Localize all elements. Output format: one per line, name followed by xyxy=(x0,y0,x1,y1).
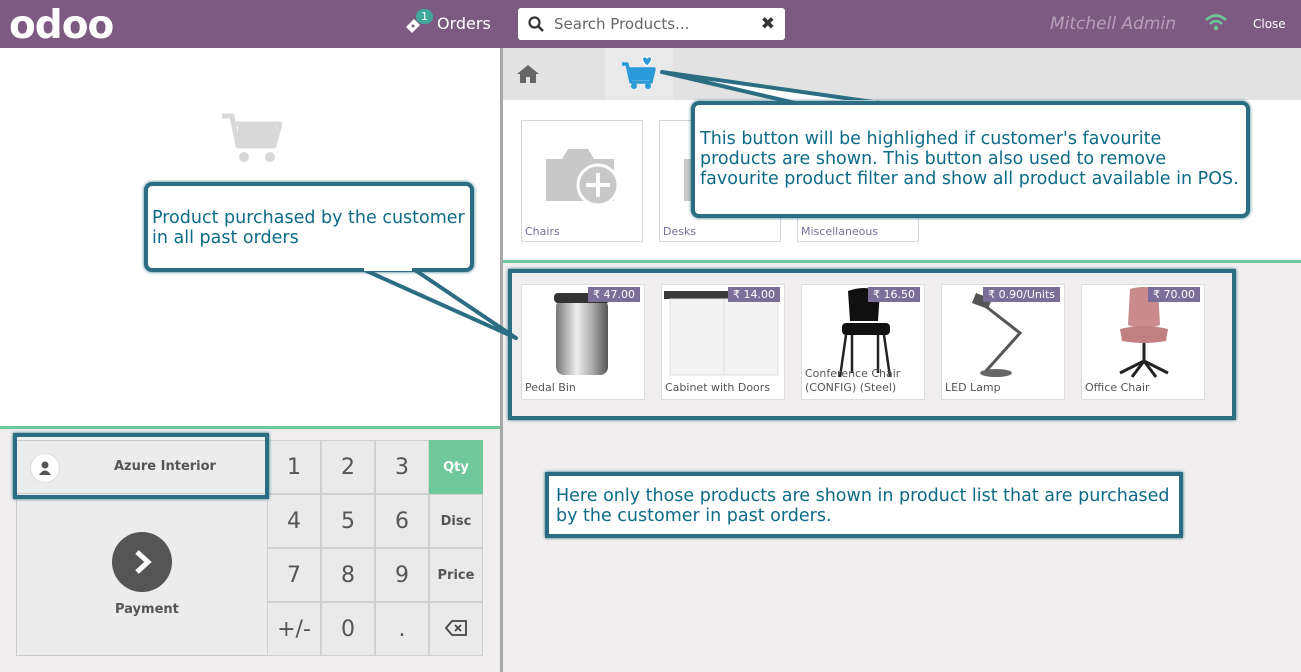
callout-text: Product purchased by the customer in all… xyxy=(152,208,465,248)
ticket-icon: 1 xyxy=(404,9,433,34)
category-chairs[interactable]: Chairs xyxy=(521,120,643,242)
home-category-button[interactable] xyxy=(503,48,553,100)
payment-label: Payment xyxy=(115,602,179,617)
callout-text: This button will be highlighed if custom… xyxy=(700,129,1239,189)
category-name: Chairs xyxy=(525,225,560,238)
search-icon xyxy=(528,16,544,36)
odoo-logo: odoo xyxy=(9,3,114,48)
numpad-key-4[interactable]: 4 xyxy=(267,494,321,548)
orders-button[interactable]: 1 Orders xyxy=(404,9,491,34)
camera-plus-icon xyxy=(542,139,624,215)
user-name: Mitchell Admin xyxy=(1050,14,1176,34)
category-name: Miscellaneous xyxy=(801,225,879,238)
mode-qty-button[interactable]: Qty xyxy=(429,440,483,494)
search-box: ✖ xyxy=(518,8,785,40)
wifi-icon xyxy=(1205,13,1227,35)
numpad-key-7[interactable]: 7 xyxy=(267,548,321,602)
mode-disc-button[interactable]: Disc xyxy=(429,494,483,548)
backspace-icon xyxy=(444,617,467,642)
close-button[interactable]: Close xyxy=(1253,17,1286,31)
product-list-callout: Here only those products are shown in pr… xyxy=(545,472,1183,538)
numpad-key-5[interactable]: 5 xyxy=(321,494,375,548)
numpad-key-dot[interactable]: . xyxy=(375,602,429,656)
orders-label: Orders xyxy=(437,13,491,33)
clear-search-icon[interactable]: ✖ xyxy=(761,14,775,34)
numpad-key-9[interactable]: 9 xyxy=(375,548,429,602)
empty-cart-icon xyxy=(220,112,283,168)
favourite-products-button[interactable] xyxy=(605,48,673,100)
callout-text: Here only those products are shown in pr… xyxy=(556,486,1170,526)
numpad-key-8[interactable]: 8 xyxy=(321,548,375,602)
numpad-key-plusminus[interactable]: +/- xyxy=(267,602,321,656)
numpad-key-1[interactable]: 1 xyxy=(267,440,321,494)
favourite-button-callout: This button will be highlighed if custom… xyxy=(691,101,1250,218)
category-name: Desks xyxy=(663,225,697,238)
customer-highlight-frame xyxy=(13,433,269,499)
past-orders-callout: Product purchased by the customer in all… xyxy=(144,182,474,272)
numpad-key-2[interactable]: 2 xyxy=(321,440,375,494)
backspace-button[interactable] xyxy=(429,602,483,656)
search-input[interactable] xyxy=(554,10,754,38)
orders-count-badge: 1 xyxy=(416,9,433,24)
numpad-key-3[interactable]: 3 xyxy=(375,440,429,494)
payment-button[interactable] xyxy=(112,532,172,592)
top-bar: odoo 1 Orders ✖ Mitchell Admin Close xyxy=(0,0,1301,48)
product-list-highlight-frame xyxy=(508,269,1236,420)
numpad-key-6[interactable]: 6 xyxy=(375,494,429,548)
numpad: 1 2 3 Qty 4 5 6 Disc 7 8 9 Price +/- 0 . xyxy=(267,440,484,656)
numpad-key-0[interactable]: 0 xyxy=(321,602,375,656)
mode-price-button[interactable]: Price xyxy=(429,548,483,602)
